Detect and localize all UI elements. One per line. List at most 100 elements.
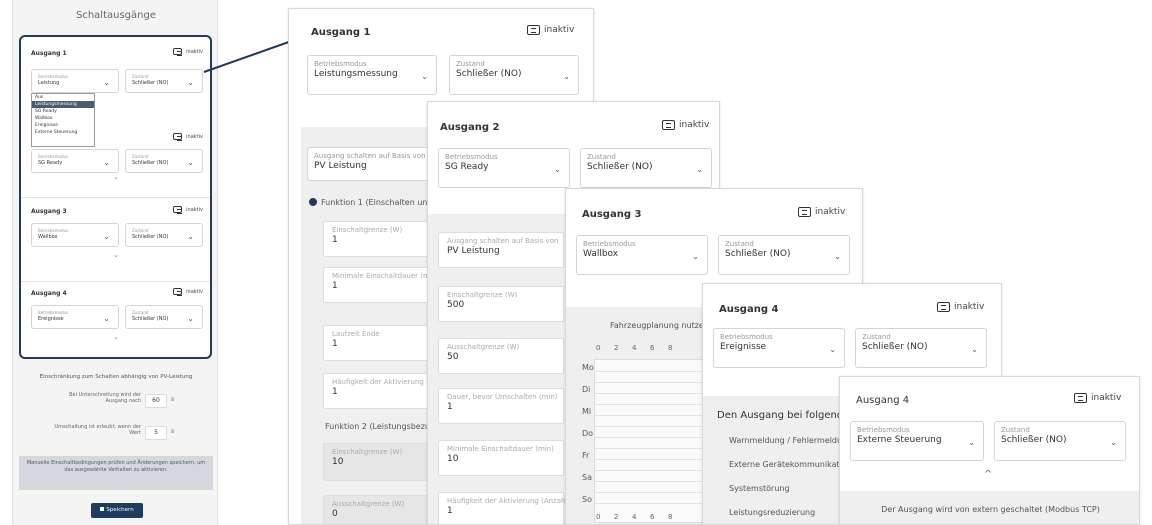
output-icon <box>173 133 183 141</box>
chevron-down-icon: ⌄ <box>103 232 110 241</box>
status-toggle[interactable]: inaktiv <box>662 120 709 130</box>
output-title: Ausgang 3 <box>31 208 67 215</box>
mode-select[interactable]: Betriebsmodus SG Ready ⌄ <box>31 149 119 173</box>
chevron-down-icon: ⌄ <box>554 165 561 174</box>
row2-input[interactable]: 5 <box>145 426 167 440</box>
chevron-down-icon: ⌄ <box>692 252 699 261</box>
row1-input[interactable]: 60 <box>145 394 167 408</box>
off-threshold-field[interactable]: Ausschaltgrenze (W) 50 <box>438 338 564 374</box>
expand-icon[interactable]: ⌄ <box>113 251 119 259</box>
chevron-down-icon: ⌄ <box>563 72 570 81</box>
source-select[interactable]: Ausgang schalten auf Basis von PV Leistun… <box>307 147 437 181</box>
day-label: Fr <box>582 451 590 460</box>
expand-icon[interactable]: ⌄ <box>113 173 119 181</box>
count-field[interactable]: Häufigkeit der Aktivierung (Anzahl) 1 <box>438 492 570 524</box>
on-threshold-field[interactable]: Einschaltgrenze (W) 500 <box>438 286 564 322</box>
status-toggle[interactable]: inaktiv <box>173 48 203 56</box>
delay-field[interactable]: Dauer, bevor Umschalten (min) 1 <box>438 388 564 424</box>
dropdown-option[interactable]: Wallbox <box>32 115 94 122</box>
hour-label: 8 <box>668 513 673 521</box>
state-select[interactable]: Zustand Schließer (NO) ⌄ <box>125 305 203 329</box>
row2-unit: s <box>171 428 175 435</box>
schedule-grid[interactable] <box>594 359 704 523</box>
mode-select[interactable]: Betriebsmodus Wallbox ⌄ <box>31 223 119 247</box>
output-title: Ausgang 4 <box>31 290 67 297</box>
panel-title: Ausgang 1 <box>311 27 371 38</box>
hour-label: 4 <box>632 344 637 352</box>
output-title: Ausgang 1 <box>31 50 67 57</box>
chevron-down-icon: ⌄ <box>187 314 194 323</box>
output-4: Ausgang 4 inaktiv Betriebsmodus Ereigniss… <box>27 287 205 357</box>
output-icon <box>937 302 950 312</box>
mode-select[interactable]: Betriebsmodus SG Ready ⌄ <box>438 148 570 188</box>
source-field[interactable]: Ausgang schalten auf Basis von PV Leistun… <box>438 232 564 268</box>
output-1: Ausgang 1 inaktiv Betriebsmodus Leistung ⌄… <box>27 45 205 147</box>
pv-notice: Einschränkung zum Schalten abhängig von … <box>39 374 193 380</box>
dropdown-option[interactable]: SG Ready <box>32 108 94 115</box>
chevron-down-icon: ⌄ <box>971 345 978 354</box>
collapse-icon[interactable]: ^ <box>984 469 992 480</box>
day-label: Do <box>582 429 594 438</box>
mode-select[interactable]: Betriebsmodus Leistungsmessung ⌄ <box>307 55 437 95</box>
state-select[interactable]: Zustand Schließer (NO) ⌄ <box>580 148 712 188</box>
chevron-down-icon: ⌄ <box>103 78 110 87</box>
save-button[interactable]: Speichern <box>91 503 143 518</box>
external-note: Der Ausgang wird von extern geschaltet (… <box>881 505 1100 514</box>
output-external-panel: Ausgang 4 inaktiv Betriebsmodus Externe S… <box>839 376 1140 525</box>
dropdown-option[interactable]: Ereignisse <box>32 122 94 129</box>
output-icon <box>173 48 183 56</box>
min-duration-field[interactable]: Minimale Einschaltdauer (min) 10 <box>438 440 564 476</box>
output-icon <box>173 206 183 214</box>
hour-label: 6 <box>650 513 655 521</box>
dropdown-option[interactable]: Leistungsmessung <box>32 101 94 108</box>
state-select[interactable]: Zustand Schließer (NO) ⌄ <box>994 421 1126 461</box>
state-select[interactable]: Zustand Schließer (NO) ⌄ <box>125 223 203 247</box>
output-icon <box>1074 393 1087 403</box>
save-icon <box>100 507 105 511</box>
state-select[interactable]: Zustand Schließer (NO) ⌄ <box>449 55 579 95</box>
status-toggle[interactable]: inaktiv <box>1074 393 1121 403</box>
status-toggle[interactable]: inaktiv <box>173 133 203 141</box>
mode-select[interactable]: Betriebsmodus Leistung ⌄ <box>31 69 119 93</box>
chevron-down-icon: ⌄ <box>103 314 110 323</box>
output-icon <box>173 288 183 296</box>
state-select[interactable]: Zustand Schließer (NO) ⌄ <box>125 149 203 173</box>
chevron-down-icon: ⌄ <box>187 232 194 241</box>
chevron-down-icon: ⌄ <box>421 72 428 81</box>
state-select[interactable]: Zustand Schließer (NO) ⌄ <box>125 69 203 93</box>
status-toggle[interactable]: inaktiv <box>937 302 984 312</box>
state-select[interactable]: Zustand Schließer (NO) ⌄ <box>855 328 987 368</box>
hour-label: 4 <box>632 513 637 521</box>
mode-select[interactable]: Betriebsmodus Wallbox ⌄ <box>576 235 708 275</box>
day-label: Mi <box>582 407 592 416</box>
hour-label: 0 <box>596 344 601 352</box>
mode-select[interactable]: Betriebsmodus Externe Steuerung ⌄ <box>850 421 984 461</box>
dropdown-option[interactable]: Aus <box>32 94 94 101</box>
mode-select[interactable]: Betriebsmodus Ereignisse ⌄ <box>713 328 845 368</box>
state-select[interactable]: Zustand Schließer (NO) ⌄ <box>718 235 850 275</box>
chevron-down-icon: ⌄ <box>187 158 194 167</box>
mode-select[interactable]: Betriebsmodus Ereignisse ⌄ <box>31 305 119 329</box>
chevron-down-icon: ⌄ <box>1110 438 1117 447</box>
output-icon <box>798 207 811 217</box>
day-label: Mo <box>582 363 594 372</box>
hour-label: 0 <box>596 513 601 521</box>
status-toggle[interactable]: inaktiv <box>173 206 203 214</box>
outputs-card: Ausgang 1 inaktiv Betriebsmodus Leistung ⌄… <box>19 35 212 359</box>
event-item[interactable]: Leistungsreduzierung <box>729 508 815 517</box>
hour-label: 8 <box>668 344 673 352</box>
status-toggle[interactable]: inaktiv <box>527 25 574 35</box>
status-toggle[interactable]: inaktiv <box>173 288 203 296</box>
event-item[interactable]: Warnmeldung / Fehlermeldung <box>729 436 852 445</box>
row2-label: Umschaltung ist erlaubt, wenn der Wert <box>54 424 141 436</box>
panel-title: Ausgang 2 <box>440 122 500 133</box>
hour-label: 6 <box>650 344 655 352</box>
event-item[interactable]: Externe Gerätekommunikation <box>729 460 852 469</box>
expand-icon[interactable]: ⌄ <box>113 333 119 341</box>
radio-icon[interactable] <box>309 198 317 206</box>
status-toggle[interactable]: inaktiv <box>798 207 845 217</box>
output-2: inaktiv Betriebsmodus SG Ready ⌄ Zustand Sc… <box>27 133 205 193</box>
output-3: Ausgang 3 inaktiv Betriebsmodus Wallbox ⌄ … <box>27 205 205 275</box>
left-title: Schaltausgänge <box>76 10 156 21</box>
event-item[interactable]: Systemstörung <box>729 484 790 493</box>
